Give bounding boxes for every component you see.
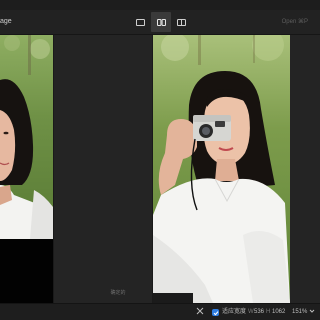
width-value: 536 bbox=[254, 309, 265, 315]
width-label: W bbox=[248, 309, 254, 315]
split-view-button[interactable] bbox=[151, 12, 171, 32]
compare-view-button[interactable] bbox=[171, 12, 191, 32]
chevron-down-icon[interactable] bbox=[309, 304, 315, 320]
height-value: 1062 bbox=[272, 309, 286, 315]
right-photo-image bbox=[153, 35, 290, 303]
document-title: age bbox=[0, 18, 12, 25]
toolbar: age Open ⌘P bbox=[0, 10, 320, 35]
pane-divider-left[interactable] bbox=[53, 35, 54, 303]
app-window: age Open ⌘P 确定的 适应宽度 W 536 H 1062 151% bbox=[0, 0, 320, 320]
split-view-icon bbox=[156, 18, 166, 26]
status-bar: 适应宽度 W 536 H 1062 151% bbox=[0, 303, 320, 320]
fit-width-label[interactable]: 适应宽度 bbox=[222, 304, 246, 320]
left-photo-image bbox=[0, 35, 53, 239]
single-view-button[interactable] bbox=[130, 12, 150, 32]
right-photo bbox=[153, 35, 290, 303]
height-label: H bbox=[266, 309, 271, 315]
open-shortcut-hint: Open ⌘P bbox=[281, 19, 308, 25]
left-photo bbox=[0, 35, 53, 239]
fit-width-checkbox[interactable] bbox=[212, 309, 219, 316]
window-top-strip bbox=[0, 0, 320, 10]
compare-view-icon bbox=[176, 18, 186, 26]
zoom-value[interactable]: 151% bbox=[292, 304, 307, 320]
center-canvas-label: 确定的 bbox=[110, 290, 126, 296]
crop-icon[interactable] bbox=[196, 304, 204, 320]
left-photo-dark-area bbox=[0, 239, 53, 303]
check-icon bbox=[213, 310, 218, 315]
single-view-icon bbox=[135, 18, 145, 26]
